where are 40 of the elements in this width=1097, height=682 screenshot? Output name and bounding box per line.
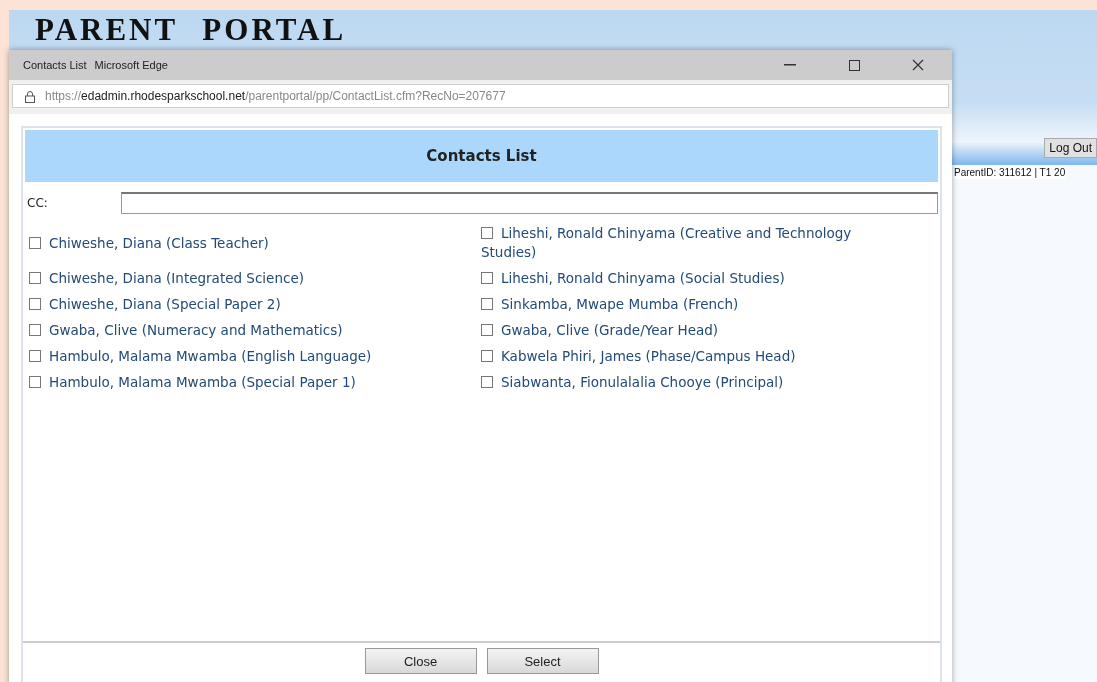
cc-label: CC: [26,195,49,212]
portal-title: PARENT PORTAL [35,12,347,48]
contact-option[interactable]: Liheshi, Ronald Chinyama (Creative and Technology Studies) [481,224,901,262]
contact-option[interactable]: Chiweshe, Diana (Integrated Science) [29,269,481,288]
checkbox[interactable] [29,298,41,310]
url-text: https://edadmin.rhodesparkschool.net/parentportal/pp/ContactList.cfm?RecNo=207677 [45,89,506,103]
window-title: Contacts List [23,59,87,71]
contact-option[interactable]: Sinkamba, Mwape Mumba (French) [481,295,901,314]
panel-heading: Contacts List [25,130,938,182]
cc-field[interactable] [121,192,938,214]
checkbox[interactable] [29,376,41,388]
contact-option[interactable]: Hambulo, Malama Mwamba (English Language) [29,347,481,366]
parent-id-text: ParentID: 311612 | T1 20 [954,166,1066,179]
checkbox[interactable] [481,350,493,362]
checkbox[interactable] [481,227,493,239]
contact-option[interactable]: Chiweshe, Diana (Special Paper 2) [29,295,481,314]
contact-option[interactable]: Kabwela Phiri, James (Phase/Campus Head) [481,347,901,366]
contact-option[interactable]: Liheshi, Ronald Chinyama (Social Studies) [481,269,901,288]
checkbox[interactable] [29,324,41,336]
minimize-icon[interactable] [784,64,796,66]
checkbox[interactable] [29,350,41,362]
maximize-icon[interactable] [848,59,860,71]
close-button[interactable]: Close [364,648,477,674]
checkbox[interactable] [29,236,41,249]
select-button[interactable]: Select [486,648,599,674]
checkbox[interactable] [481,298,493,310]
contact-option[interactable]: Gwaba, Clive (Numeracy and Mathematics) [29,321,481,340]
checkbox[interactable] [481,272,493,284]
close-icon[interactable] [912,59,924,71]
app-name: Microsoft Edge [94,59,168,71]
contact-option[interactable]: Hambulo, Malama Mwamba (Special Paper 1) [29,373,481,392]
contact-option[interactable]: Chiweshe, Diana (Class Teacher) [29,233,481,253]
contact-option[interactable]: Siabwanta, Fionulalalia Chooye (Principal) [481,373,901,392]
log-out-button[interactable]: Log Out [1044,138,1097,158]
checkbox[interactable] [29,272,41,284]
contact-option[interactable]: Gwaba, Clive (Grade/Year Head) [481,321,901,340]
lock-icon [25,89,35,103]
checkbox[interactable] [481,324,493,336]
address-bar[interactable]: https://edadmin.rhodesparkschool.net/parentportal/pp/ContactList.cfm?RecNo=207677 [12,84,949,108]
checkbox[interactable] [481,376,493,388]
